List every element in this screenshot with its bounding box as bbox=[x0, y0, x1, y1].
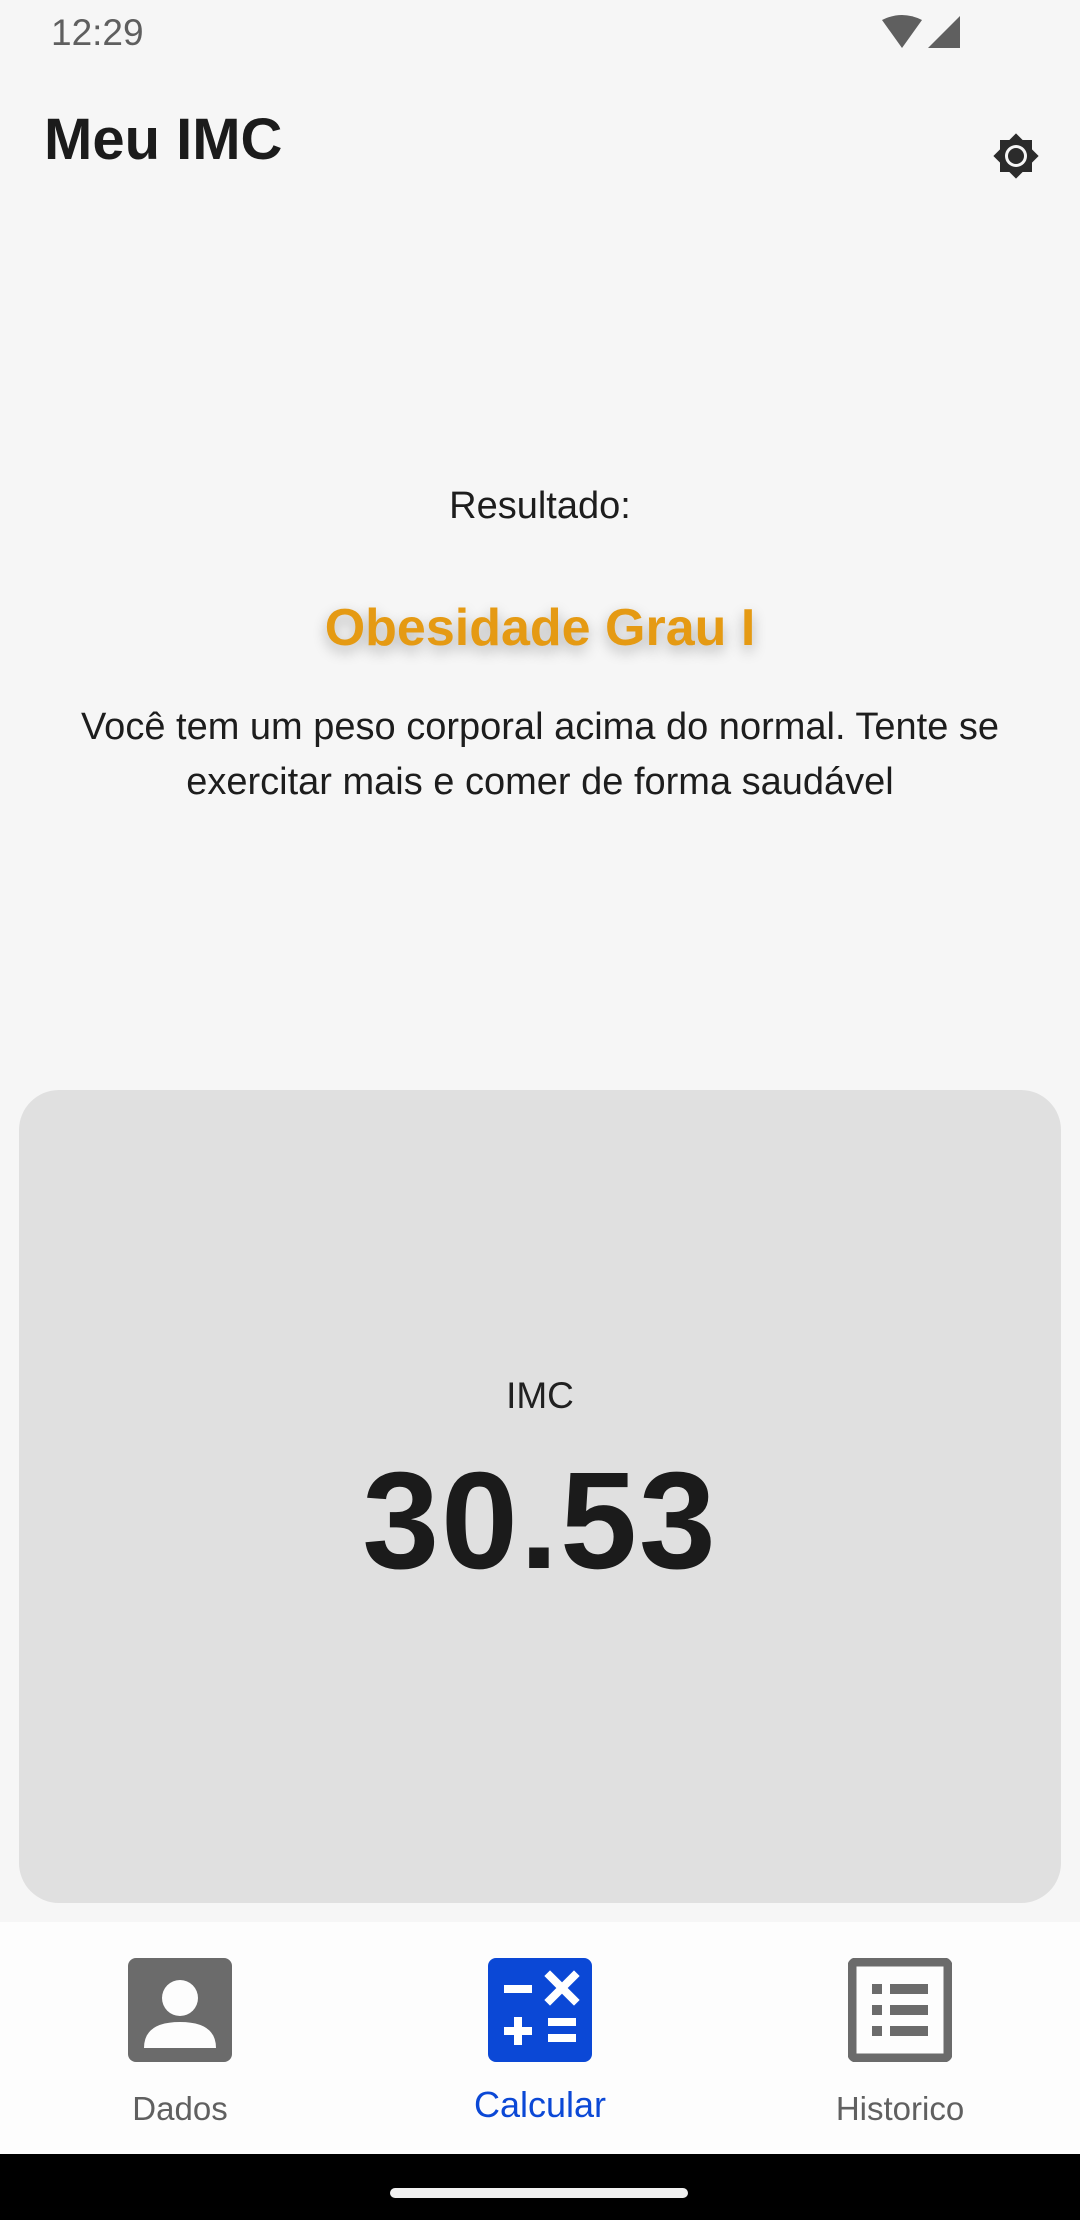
imc-value: 30.53 bbox=[362, 1444, 718, 1598]
status-bar: 12:29 bbox=[0, 0, 1080, 66]
home-gesture-handle[interactable] bbox=[390, 2188, 688, 2198]
list-icon bbox=[848, 1958, 952, 2062]
app-screen: 12:29 Meu IMC Resultado: Obesidade Grau … bbox=[0, 0, 1080, 2220]
app-title: Meu IMC bbox=[44, 107, 283, 172]
nav-label-dados: Dados bbox=[132, 2090, 228, 2127]
nav-item-calcular[interactable]: Calcular bbox=[360, 1922, 720, 2154]
nav-item-dados[interactable]: Dados bbox=[0, 1922, 360, 2154]
imc-card: IMC 30.53 bbox=[19, 1090, 1061, 1903]
imc-label: IMC bbox=[506, 1375, 574, 1416]
person-icon bbox=[128, 1958, 232, 2062]
wifi-icon bbox=[882, 15, 922, 48]
nav-label-historico: Historico bbox=[835, 2090, 965, 2127]
nav-item-historico[interactable]: Historico bbox=[720, 1922, 1080, 2154]
bottom-navigation: Dados Calcular Historico bbox=[0, 1922, 1080, 2154]
status-time: 12:29 bbox=[51, 12, 144, 53]
gesture-navigation-bar bbox=[0, 2154, 1080, 2220]
calculator-icon bbox=[488, 1958, 592, 2062]
result-message: Você tem um peso corporal acima do norma… bbox=[80, 706, 1000, 803]
cell-signal-icon bbox=[928, 16, 960, 48]
signal-icons bbox=[882, 15, 960, 48]
brightness-settings-icon bbox=[993, 133, 1039, 179]
theme-toggle-button[interactable] bbox=[970, 110, 1062, 202]
app-bar: Meu IMC bbox=[0, 66, 1080, 216]
result-label: Resultado: bbox=[449, 485, 631, 527]
result-category: Obesidade Grau I bbox=[324, 599, 756, 657]
nav-label-calcular: Calcular bbox=[473, 2084, 607, 2125]
